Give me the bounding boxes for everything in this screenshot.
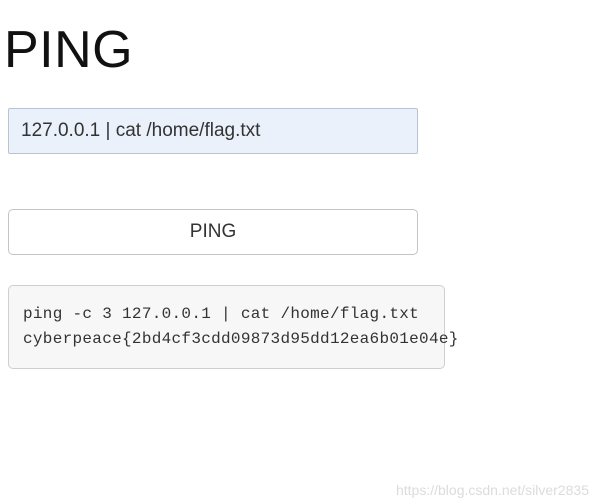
spacer — [8, 154, 591, 209]
spacer — [8, 255, 591, 285]
watermark-text: https://blog.csdn.net/silver2835 — [396, 482, 589, 498]
ip-input[interactable] — [8, 108, 418, 154]
ping-button[interactable]: PING — [8, 209, 418, 255]
page-title: PING — [4, 20, 591, 80]
command-output: ping -c 3 127.0.0.1 | cat /home/flag.txt… — [8, 285, 445, 369]
